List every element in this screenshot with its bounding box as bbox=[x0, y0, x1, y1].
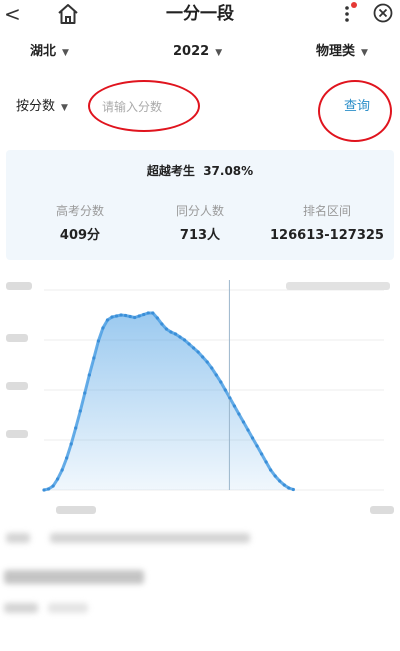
chart-point bbox=[124, 313, 128, 318]
note-label-blur bbox=[6, 533, 30, 543]
search-mode-value: 按分数 bbox=[16, 99, 56, 114]
stat-rank-range: 排名区间 126613-127325 bbox=[260, 202, 394, 246]
chart-point bbox=[160, 322, 164, 326]
beat-summary: 超越考生 37.08% bbox=[6, 162, 394, 179]
chart-point bbox=[74, 426, 78, 430]
chart-point bbox=[241, 420, 246, 424]
chart-point bbox=[182, 338, 187, 342]
beat-label: 超越考生 bbox=[146, 164, 195, 178]
notification-dot bbox=[351, 2, 357, 8]
chevron-down-icon: ▼ bbox=[61, 103, 68, 113]
chart-point bbox=[232, 404, 236, 408]
chart-point bbox=[278, 479, 282, 483]
stats-panel: 超越考生 37.08% 高考分数 409分 同分人数 713人 排名区间 126… bbox=[6, 150, 394, 260]
top-bar: < 一分一段 bbox=[0, 0, 400, 30]
chart-point bbox=[282, 483, 286, 487]
score-input[interactable] bbox=[100, 92, 284, 122]
chart-point bbox=[137, 314, 141, 318]
y-tick-blur bbox=[6, 282, 32, 290]
note-text-blur bbox=[50, 533, 250, 543]
stat-value: 409分 bbox=[59, 228, 101, 243]
meta-blur bbox=[4, 603, 38, 613]
chart-point bbox=[92, 356, 96, 360]
chart-point bbox=[119, 313, 123, 317]
chart-point bbox=[142, 312, 146, 317]
chart-point bbox=[201, 355, 205, 359]
stat-label: 高考分数 bbox=[55, 204, 104, 218]
chart-point bbox=[46, 487, 51, 491]
chart-point bbox=[87, 373, 91, 377]
category-value: 物理类 bbox=[316, 44, 356, 59]
stat-same-score-count: 同分人数 713人 bbox=[140, 202, 260, 246]
stat-label: 同分人数 bbox=[175, 204, 224, 218]
province-select[interactable]: 湖北 ▼ bbox=[30, 42, 69, 63]
category-select[interactable]: 物理类 ▼ bbox=[316, 42, 368, 63]
chevron-down-icon: ▼ bbox=[62, 48, 69, 58]
chart-point bbox=[287, 486, 291, 490]
year-select[interactable]: 2022 ▼ bbox=[173, 42, 222, 63]
province-value: 湖北 bbox=[30, 44, 57, 59]
chart-point bbox=[196, 350, 200, 354]
chart-point bbox=[42, 488, 46, 492]
stat-value: 126613-127325 bbox=[270, 228, 384, 243]
chart-point bbox=[128, 314, 132, 319]
chart-point bbox=[210, 366, 214, 370]
chart-point bbox=[291, 487, 295, 492]
chart-point bbox=[178, 335, 182, 339]
chart-point bbox=[173, 332, 178, 336]
chart-point bbox=[65, 456, 69, 460]
chart-point bbox=[96, 339, 100, 343]
x-tick-blur bbox=[56, 506, 96, 514]
chart-point bbox=[237, 412, 241, 416]
chart-point bbox=[114, 314, 119, 318]
chart-point bbox=[105, 318, 110, 322]
stat-label: 排名区间 bbox=[302, 204, 351, 218]
stat-value: 713人 bbox=[179, 228, 221, 243]
chart-point bbox=[60, 468, 64, 472]
chart-point bbox=[246, 428, 250, 432]
chart-point bbox=[110, 315, 114, 319]
chart-point bbox=[78, 409, 82, 413]
y-tick-blur bbox=[6, 334, 28, 342]
chart-point bbox=[205, 360, 209, 364]
section-title-blur bbox=[4, 570, 144, 584]
chevron-down-icon: ▼ bbox=[361, 48, 368, 58]
chart-point bbox=[133, 315, 137, 320]
legend-blur bbox=[286, 282, 390, 290]
chart-point bbox=[164, 327, 168, 331]
stat-score: 高考分数 409分 bbox=[20, 202, 140, 246]
chart-point bbox=[223, 388, 227, 392]
chart-point bbox=[250, 436, 255, 440]
beat-value: 37.08% bbox=[203, 164, 254, 178]
chart-point bbox=[155, 316, 159, 320]
chart-point bbox=[260, 452, 264, 456]
year-value: 2022 bbox=[173, 44, 210, 59]
chart-point bbox=[187, 342, 191, 346]
chart-point bbox=[264, 460, 268, 464]
chart-point bbox=[255, 444, 259, 448]
chart-point bbox=[146, 311, 150, 315]
search-mode-select[interactable]: 按分数 ▼ bbox=[16, 97, 68, 118]
chart-point bbox=[228, 396, 232, 400]
chart-point bbox=[83, 391, 87, 395]
chevron-down-icon: ▼ bbox=[215, 48, 223, 58]
meta-blur bbox=[48, 603, 88, 613]
chart-point bbox=[269, 468, 273, 472]
chart-point bbox=[101, 326, 105, 330]
chart-point bbox=[69, 442, 73, 446]
query-button[interactable]: 查询 bbox=[344, 97, 370, 117]
chart-point bbox=[169, 330, 173, 334]
close-icon[interactable] bbox=[373, 3, 393, 23]
y-tick-blur bbox=[6, 430, 28, 438]
chart-point bbox=[214, 373, 218, 377]
chart-point bbox=[273, 474, 277, 478]
distribution-chart bbox=[6, 280, 394, 514]
chart-point bbox=[219, 380, 223, 384]
chart-point bbox=[56, 477, 60, 481]
y-tick-blur bbox=[6, 382, 28, 390]
chart-point bbox=[151, 311, 155, 315]
chart-point bbox=[192, 346, 196, 350]
chart-point bbox=[51, 484, 55, 488]
x-tick-blur bbox=[370, 506, 394, 514]
